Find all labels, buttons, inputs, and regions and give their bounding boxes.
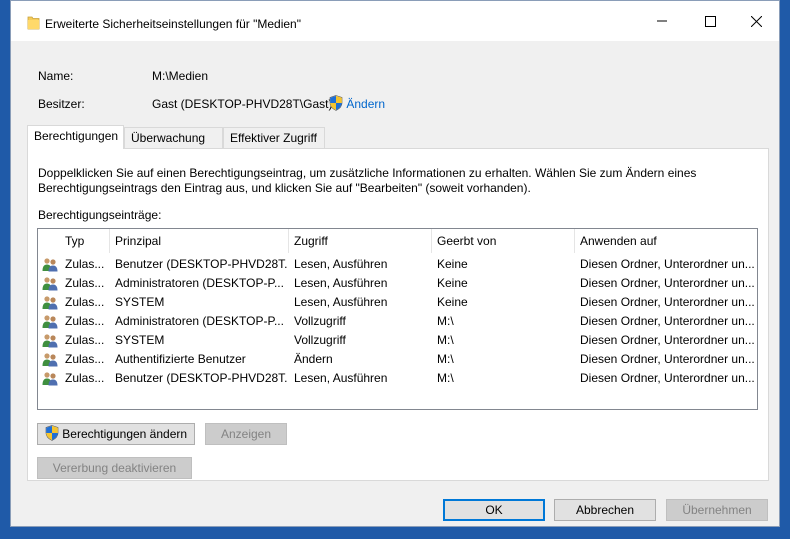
security-dialog: Erweiterte Sicherheitseinstellungen für … bbox=[10, 0, 780, 527]
cell-applies-to: Diesen Ordner, Unterordner un... bbox=[580, 371, 755, 385]
cell-inherited-from: M:\ bbox=[437, 314, 454, 328]
cell-principal: Benutzer (DESKTOP-PHVD28T... bbox=[115, 371, 287, 385]
description-line-1: Doppelklicken Sie auf einen Berechtigung… bbox=[38, 166, 697, 180]
cell-applies-to: Diesen Ordner, Unterordner un... bbox=[580, 314, 755, 328]
maximize-icon bbox=[704, 15, 716, 27]
change-owner-text[interactable]: Ändern bbox=[346, 97, 385, 111]
close-icon bbox=[750, 15, 762, 27]
tab-effective-access[interactable]: Effektiver Zugriff bbox=[223, 127, 325, 148]
cell-access: Vollzugriff bbox=[294, 314, 346, 328]
cell-applies-to: Diesen Ordner, Unterordner un... bbox=[580, 257, 755, 271]
table-row[interactable]: Zulas... SYSTEM Vollzugriff M:\ Diesen Ordne… bbox=[38, 331, 757, 350]
cell-applies-to: Diesen Ordner, Unterordner un... bbox=[580, 276, 755, 290]
cell-inherited-from: Keine bbox=[437, 295, 468, 309]
folder-icon bbox=[27, 16, 40, 30]
cell-type: Zulas... bbox=[65, 276, 105, 290]
list-header: Typ Prinzipal Zugriff Geerbt von Anwende… bbox=[38, 229, 757, 253]
cell-inherited-from: M:\ bbox=[437, 352, 454, 366]
cell-inherited-from: M:\ bbox=[437, 333, 454, 347]
table-row[interactable]: Zulas... Administratoren (DESKTOP-P... Vol… bbox=[38, 312, 757, 331]
close-button[interactable] bbox=[733, 1, 779, 41]
title-bar[interactable]: Erweiterte Sicherheitseinstellungen für … bbox=[11, 1, 779, 41]
cell-type: Zulas... bbox=[65, 371, 105, 385]
users-icon bbox=[42, 314, 58, 329]
table-row[interactable]: Zulas... Administratoren (DESKTOP-P... Les… bbox=[38, 274, 757, 293]
owner-label: Besitzer: bbox=[38, 97, 85, 111]
users-icon bbox=[42, 257, 58, 272]
cell-principal: SYSTEM bbox=[115, 295, 165, 309]
owner-value: Gast (DESKTOP-PHVD28T\Gast) bbox=[152, 97, 333, 111]
description-line-2: Berechtigungseintrags den Eintrag aus, u… bbox=[38, 181, 531, 195]
cell-inherited-from: M:\ bbox=[437, 371, 454, 385]
cell-access: Ändern bbox=[294, 352, 333, 366]
cell-applies-to: Diesen Ordner, Unterordner un... bbox=[580, 295, 755, 309]
cell-type: Zulas... bbox=[65, 257, 105, 271]
cancel-button[interactable]: Abbrechen bbox=[554, 499, 656, 521]
column-header-inherited-from[interactable]: Geerbt von bbox=[432, 229, 575, 253]
apply-button[interactable]: Übernehmen bbox=[666, 499, 768, 521]
cell-applies-to: Diesen Ordner, Unterordner un... bbox=[580, 333, 755, 347]
cell-access: Lesen, Ausführen bbox=[294, 295, 388, 309]
name-label: Name: bbox=[38, 69, 74, 83]
cell-access: Lesen, Ausführen bbox=[294, 371, 388, 385]
cell-principal: SYSTEM bbox=[115, 333, 165, 347]
cell-access: Lesen, Ausführen bbox=[294, 276, 388, 290]
cell-type: Zulas... bbox=[65, 333, 105, 347]
uac-shield-icon bbox=[45, 425, 59, 441]
minimize-button[interactable] bbox=[639, 1, 685, 41]
change-permissions-label: Berechtigungen ändern bbox=[62, 427, 188, 441]
column-header-applies-to[interactable]: Anwenden auf bbox=[575, 229, 757, 253]
permissions-list[interactable]: Typ Prinzipal Zugriff Geerbt von Anwende… bbox=[37, 228, 758, 410]
cell-principal: Administratoren (DESKTOP-P... bbox=[115, 276, 284, 290]
tab-permissions[interactable]: Berechtigungen bbox=[27, 125, 124, 149]
dialog-footer: OK Abbrechen Übernehmen bbox=[11, 489, 779, 526]
uac-shield-icon bbox=[329, 95, 343, 111]
users-icon bbox=[42, 352, 58, 367]
entries-label: Berechtigungseinträge: bbox=[38, 208, 162, 222]
name-value: M:\Medien bbox=[152, 69, 209, 83]
cell-principal: Benutzer (DESKTOP-PHVD28T... bbox=[115, 257, 287, 271]
cell-type: Zulas... bbox=[65, 314, 105, 328]
column-header-access[interactable]: Zugriff bbox=[289, 229, 432, 253]
tab-auditing[interactable]: Überwachung bbox=[124, 127, 223, 148]
cell-principal: Authentifizierte Benutzer bbox=[115, 352, 246, 366]
view-button[interactable]: Anzeigen bbox=[205, 423, 287, 445]
table-row[interactable]: Zulas... Benutzer (DESKTOP-PHVD28T... Lese… bbox=[38, 369, 757, 388]
users-icon bbox=[42, 333, 58, 348]
change-permissions-button[interactable]: Berechtigungen ändern bbox=[37, 423, 195, 445]
change-owner-link[interactable]: Ändern bbox=[329, 95, 385, 111]
cell-type: Zulas... bbox=[65, 352, 105, 366]
window-title: Erweiterte Sicherheitseinstellungen für … bbox=[45, 17, 301, 31]
disable-inheritance-button[interactable]: Vererbung deaktivieren bbox=[37, 457, 192, 479]
cell-principal: Administratoren (DESKTOP-P... bbox=[115, 314, 284, 328]
users-icon bbox=[42, 295, 58, 310]
cell-inherited-from: Keine bbox=[437, 276, 468, 290]
cell-inherited-from: Keine bbox=[437, 257, 468, 271]
table-row[interactable]: Zulas... Benutzer (DESKTOP-PHVD28T... Lese… bbox=[38, 255, 757, 274]
cell-type: Zulas... bbox=[65, 295, 105, 309]
minimize-icon bbox=[657, 20, 667, 22]
ok-button[interactable]: OK bbox=[443, 499, 545, 521]
maximize-button[interactable] bbox=[687, 1, 733, 41]
cell-access: Lesen, Ausführen bbox=[294, 257, 388, 271]
column-header-type[interactable]: Typ bbox=[60, 229, 110, 253]
cell-applies-to: Diesen Ordner, Unterordner un... bbox=[580, 352, 755, 366]
table-row[interactable]: Zulas... SYSTEM Lesen, Ausführen Keine Diese… bbox=[38, 293, 757, 312]
cell-access: Vollzugriff bbox=[294, 333, 346, 347]
users-icon bbox=[42, 276, 58, 291]
users-icon bbox=[42, 371, 58, 386]
column-header-principal[interactable]: Prinzipal bbox=[110, 229, 289, 253]
table-row[interactable]: Zulas... Authentifizierte Benutzer Ändern M… bbox=[38, 350, 757, 369]
